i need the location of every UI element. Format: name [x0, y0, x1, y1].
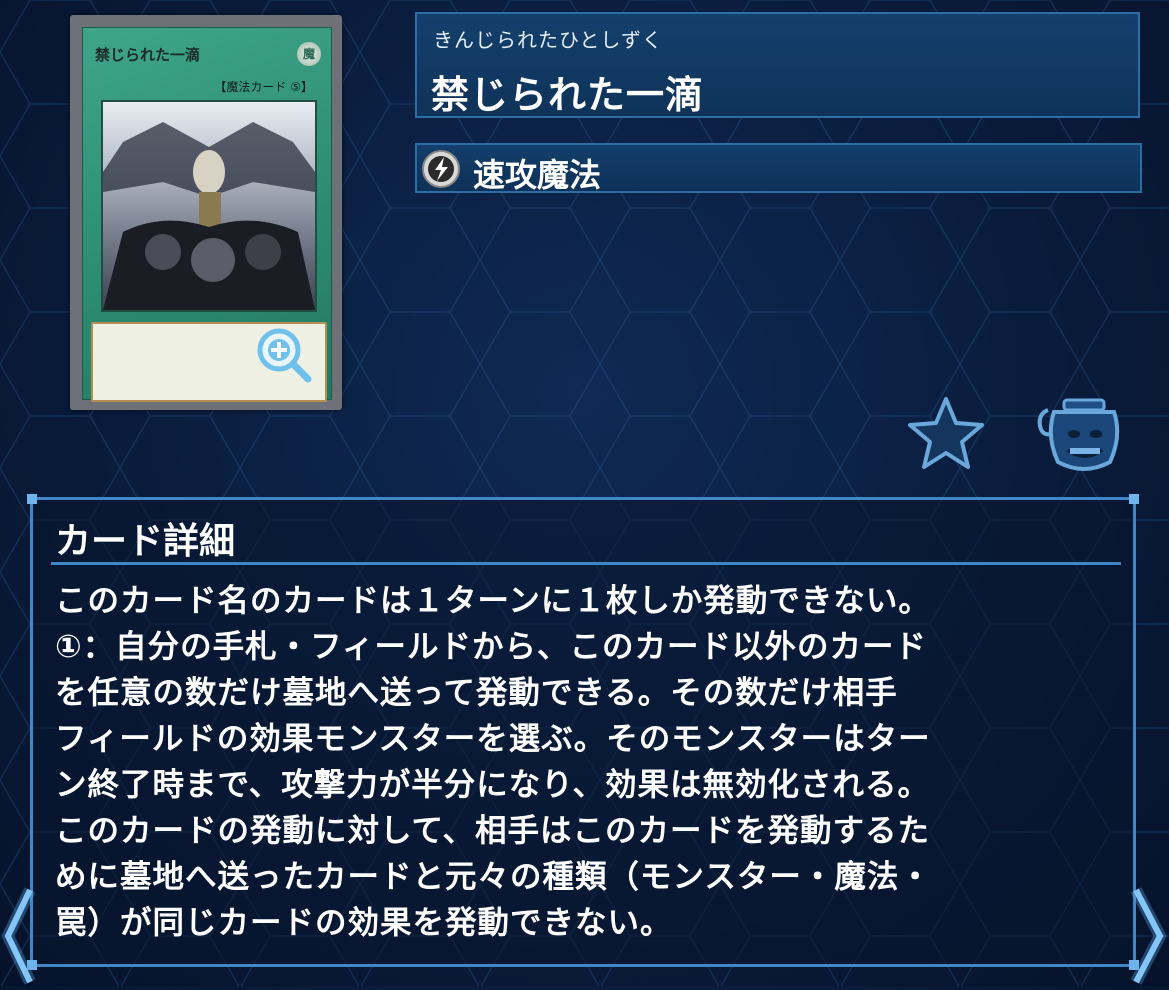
card-artwork [101, 100, 317, 312]
chevron-left-icon [1, 887, 36, 985]
quick-play-spell-icon [422, 150, 460, 188]
pot-button[interactable] [1030, 396, 1126, 476]
star-icon [908, 397, 984, 469]
card-title: 禁じられた一滴 [431, 73, 705, 117]
detail-heading: カード詳細 [55, 521, 236, 562]
card-effect-text: このカード名のカードは１ターンに１枚しか発動できない。 ①：自分の手札・フィール… [55, 583, 932, 941]
card-type-label: 速攻魔法 [473, 156, 602, 194]
pot-of-greed-icon [1037, 398, 1120, 471]
favorite-button[interactable] [906, 395, 986, 471]
chevron-right-icon [1130, 887, 1167, 985]
card-attribute-icon: 魔 [297, 42, 321, 66]
card-name-ruby: きんじられたひとしずく [433, 28, 663, 52]
next-card-button[interactable] [1128, 880, 1169, 986]
panel-corner [1129, 494, 1139, 504]
panel-corner [27, 494, 37, 504]
divider [51, 562, 1121, 565]
card-image-type: 【魔法カード ⑤】 [214, 80, 313, 94]
zoom-in-icon [257, 328, 312, 383]
card-image[interactable]: 禁じられた一滴 魔 【魔法カード ⑤】 [70, 15, 342, 410]
card-name-panel: きんじられたひとしずく 禁じられた一滴 [415, 12, 1140, 118]
card-type-panel: 速攻魔法 [415, 143, 1142, 194]
card-detail-panel: カード詳細 このカード名のカードは１ターンに１枚しか発動できない。 ①：自分の手… [27, 494, 1139, 970]
card-image-name: 禁じられた一滴 [95, 46, 201, 64]
zoom-button[interactable] [256, 327, 312, 383]
previous-card-button[interactable] [0, 880, 36, 986]
